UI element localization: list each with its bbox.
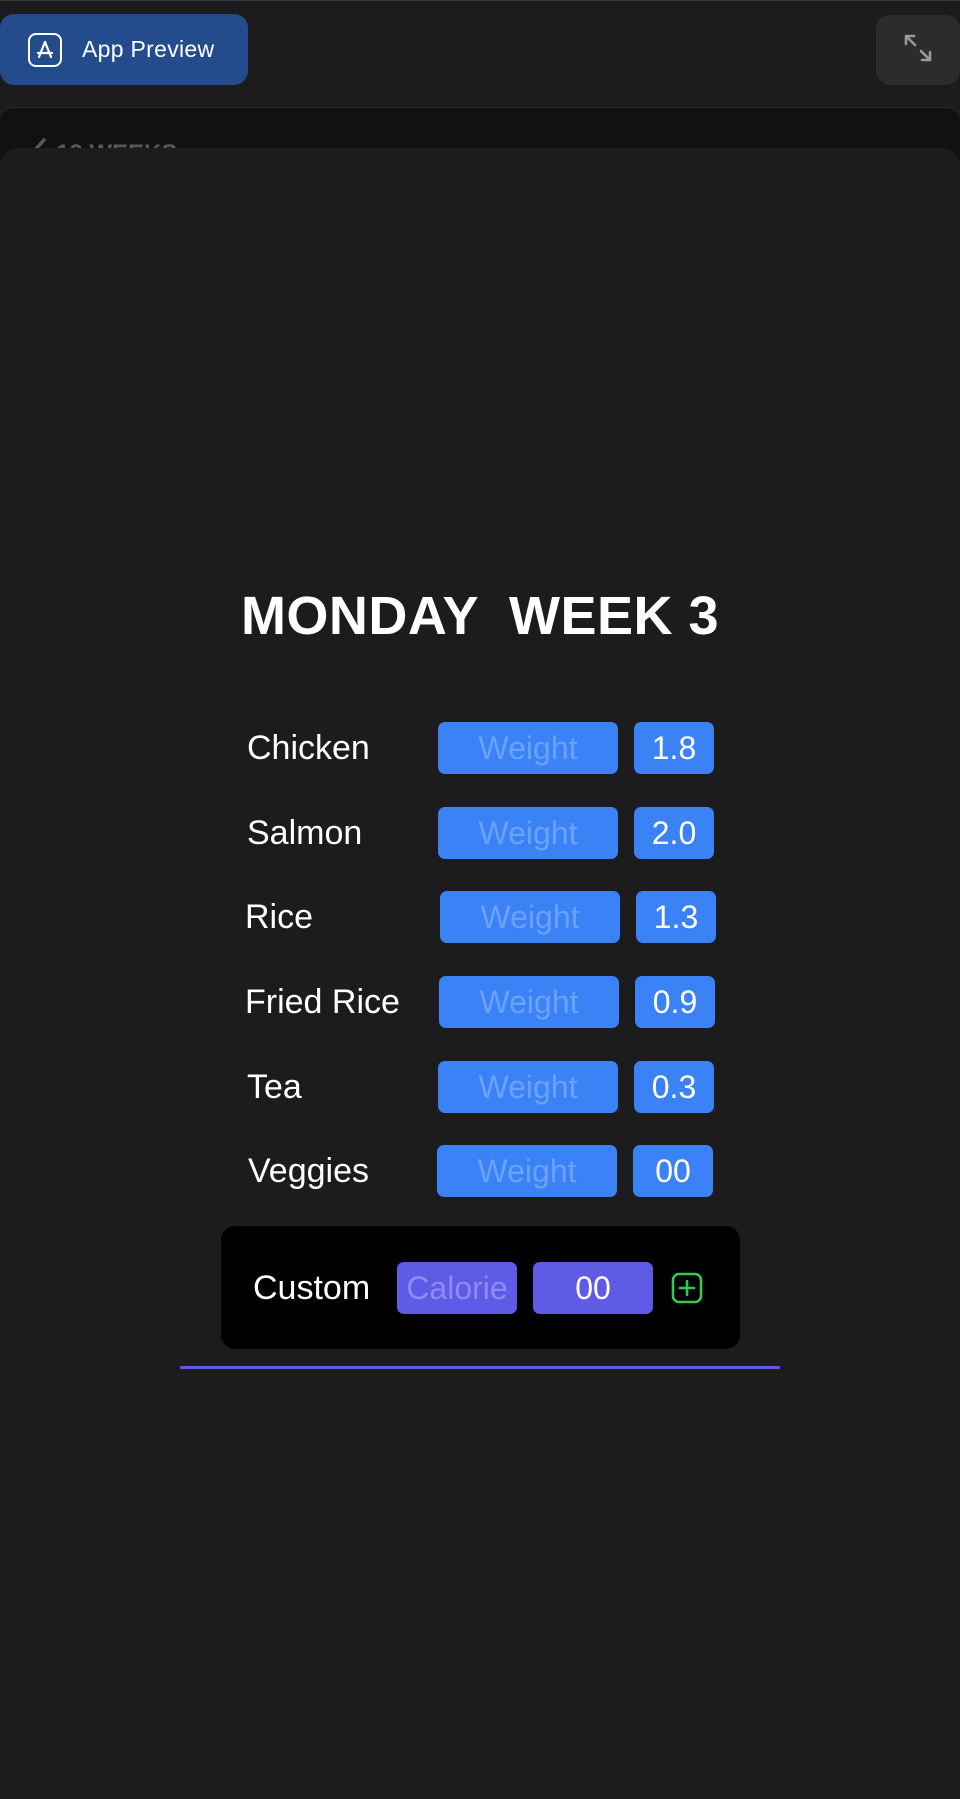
- food-row-salmon: Salmon: [247, 807, 714, 859]
- food-label: Salmon: [247, 814, 363, 852]
- expand-arrows-icon: [902, 32, 934, 69]
- weight-input[interactable]: [438, 1061, 618, 1113]
- modal-sheet: [0, 148, 960, 1799]
- expand-button[interactable]: [876, 15, 960, 85]
- weight-input[interactable]: [438, 807, 618, 859]
- weight-input[interactable]: [439, 976, 619, 1028]
- food-label: Rice: [245, 898, 314, 936]
- weight-input[interactable]: [438, 722, 618, 774]
- value-field[interactable]: [636, 891, 716, 943]
- food-row-veggies: Veggies: [248, 1145, 713, 1197]
- custom-entry-card: Custom: [221, 1226, 740, 1349]
- food-label: Chicken: [247, 729, 370, 767]
- food-row-chicken: Chicken: [247, 722, 714, 774]
- app-preview-label: App Preview: [82, 36, 215, 62]
- value-field[interactable]: [634, 807, 714, 859]
- custom-label: Custom: [253, 1269, 371, 1307]
- top-border: [0, 0, 960, 1]
- value-field[interactable]: [634, 1061, 714, 1113]
- app-preview-screen: App Preview 12 WEEKS MONDAY WEEK 3 Chick…: [0, 0, 960, 1799]
- food-label: Fried Rice: [245, 983, 400, 1021]
- plus-square-icon[interactable]: [671, 1272, 703, 1304]
- value-field[interactable]: [635, 976, 715, 1028]
- food-label: Veggies: [248, 1152, 369, 1190]
- value-field[interactable]: [633, 1145, 713, 1197]
- value-field[interactable]: [634, 722, 714, 774]
- food-row-tea: Tea: [247, 1061, 714, 1113]
- food-row-fried-rice: Fried Rice: [245, 976, 715, 1028]
- weight-input[interactable]: [440, 891, 620, 943]
- food-label: Tea: [247, 1068, 302, 1106]
- app-preview-button[interactable]: App Preview: [0, 14, 248, 85]
- divider: [180, 1366, 780, 1369]
- weight-input[interactable]: [437, 1145, 617, 1197]
- food-row-rice: Rice: [245, 891, 716, 943]
- app-store-icon: [28, 32, 62, 67]
- calorie-input[interactable]: [397, 1262, 517, 1314]
- page-title: MONDAY WEEK 3: [240, 586, 720, 646]
- custom-value-field[interactable]: [533, 1262, 653, 1314]
